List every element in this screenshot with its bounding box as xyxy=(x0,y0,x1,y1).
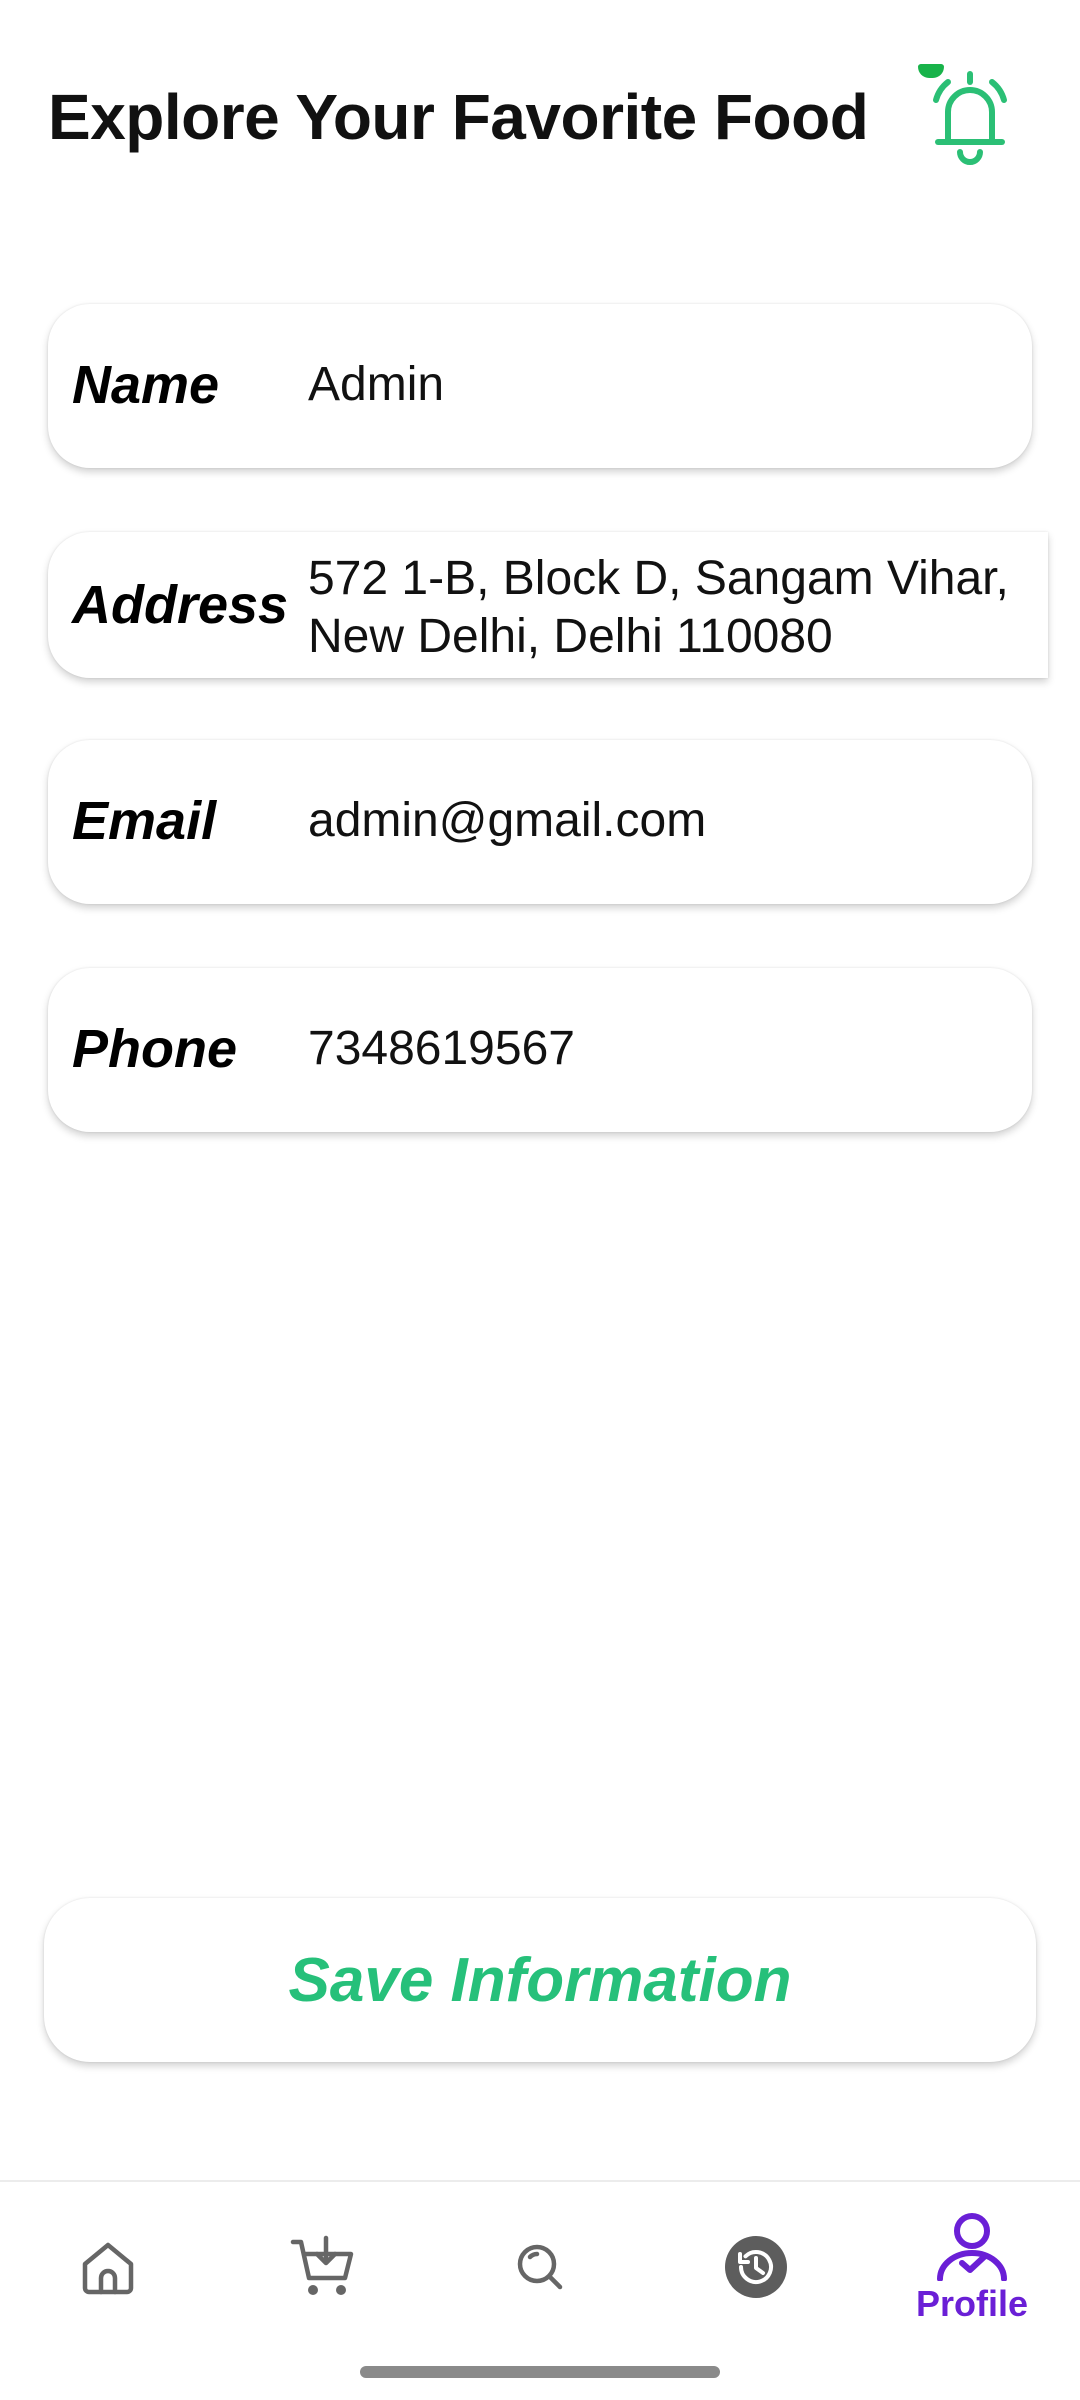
notification-button[interactable] xyxy=(910,60,1030,170)
name-value[interactable]: Admin xyxy=(308,356,444,414)
email-label: Email xyxy=(72,791,217,851)
phone-value[interactable]: 7348619567 xyxy=(308,1020,575,1078)
name-label: Name xyxy=(72,355,220,415)
page-title: Explore Your Favorite Food xyxy=(48,81,869,153)
nav-item-cart[interactable] xyxy=(216,2182,432,2352)
profile-icon xyxy=(937,2213,1007,2281)
home-icon xyxy=(82,2242,134,2295)
nav-label-profile: Profile xyxy=(915,2283,1029,2324)
history-icon xyxy=(725,2236,787,2298)
nav-item-history[interactable] xyxy=(648,2182,864,2352)
email-value[interactable]: admin@gmail.com xyxy=(308,792,706,850)
search-icon xyxy=(517,2244,563,2290)
nav-item-search[interactable] xyxy=(432,2182,648,2352)
address-value[interactable]: 572 1-B, Block D, Sangam Vihar, New Delh… xyxy=(308,550,1038,666)
address-field[interactable]: Address 572 1-B, Block D, Sangam Vihar, … xyxy=(48,532,1048,678)
phone-field[interactable]: Phone 7348619567 xyxy=(48,968,1032,1132)
phone-label: Phone xyxy=(72,1019,238,1079)
nav-item-home[interactable] xyxy=(0,2182,216,2352)
home-indicator[interactable] xyxy=(360,2366,720,2378)
address-label: Address xyxy=(72,575,289,635)
email-field[interactable]: Email admin@gmail.com xyxy=(48,740,1032,904)
name-field[interactable]: Name Admin xyxy=(48,304,1032,468)
address-line-1: 572 1-B, Block D, Sangam Vihar, xyxy=(308,552,1009,605)
nav-item-profile[interactable]: Profile xyxy=(864,2182,1080,2352)
save-information-button[interactable]: Save Information xyxy=(44,1898,1036,2062)
cart-add-icon xyxy=(290,2235,354,2295)
address-line-2: New Delhi, Delhi 110080 xyxy=(308,610,833,663)
app-header: Explore Your Favorite Food xyxy=(0,0,1080,230)
